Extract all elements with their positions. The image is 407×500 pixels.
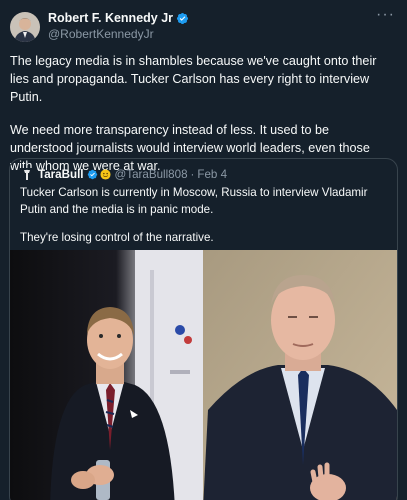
tweet-header: Robert F. Kennedy Jr @RobertKennedyJr bbox=[10, 10, 397, 46]
quoted-author-handle[interactable]: @TaraBull808 bbox=[115, 168, 188, 181]
verified-badge-icon bbox=[87, 169, 98, 180]
photo-vladimir-putin[interactable] bbox=[203, 250, 397, 500]
tweet-text: The legacy media is in shambles because … bbox=[10, 52, 397, 175]
verified-badge-icon bbox=[176, 12, 189, 25]
dot-separator: · bbox=[190, 168, 195, 181]
quoted-tweet[interactable]: TaraBull @TaraBull808 · Feb 4 Tucker Car… bbox=[9, 158, 398, 500]
author-names: Robert F. Kennedy Jr @RobertKennedyJr bbox=[48, 10, 189, 42]
quoted-paragraph: Tucker Carlson is currently in Moscow, R… bbox=[20, 186, 368, 216]
photo-tucker-carlson[interactable] bbox=[10, 250, 203, 500]
quoted-tweet-header: TaraBull @TaraBull808 · Feb 4 bbox=[10, 159, 397, 182]
quoted-media[interactable] bbox=[10, 250, 397, 500]
quoted-author-avatar bbox=[20, 167, 34, 182]
author-avatar[interactable] bbox=[10, 12, 40, 42]
author-name[interactable]: Robert F. Kennedy Jr bbox=[48, 10, 173, 26]
quoted-paragraph: They're losing control of the narrative. bbox=[20, 231, 214, 244]
tweet-paragraph: The legacy media is in shambles because … bbox=[10, 54, 380, 105]
quoted-tweet-date[interactable]: Feb 4 bbox=[197, 168, 227, 181]
tweet: Robert F. Kennedy Jr @RobertKennedyJr ··… bbox=[0, 0, 407, 500]
author-handle[interactable]: @RobertKennedyJr bbox=[48, 26, 189, 42]
affiliate-badge-icon bbox=[99, 169, 111, 180]
quoted-author-name[interactable]: TaraBull bbox=[38, 168, 84, 181]
quoted-tweet-text: Tucker Carlson is currently in Moscow, R… bbox=[10, 181, 397, 247]
more-options-icon[interactable]: ··· bbox=[376, 7, 395, 23]
